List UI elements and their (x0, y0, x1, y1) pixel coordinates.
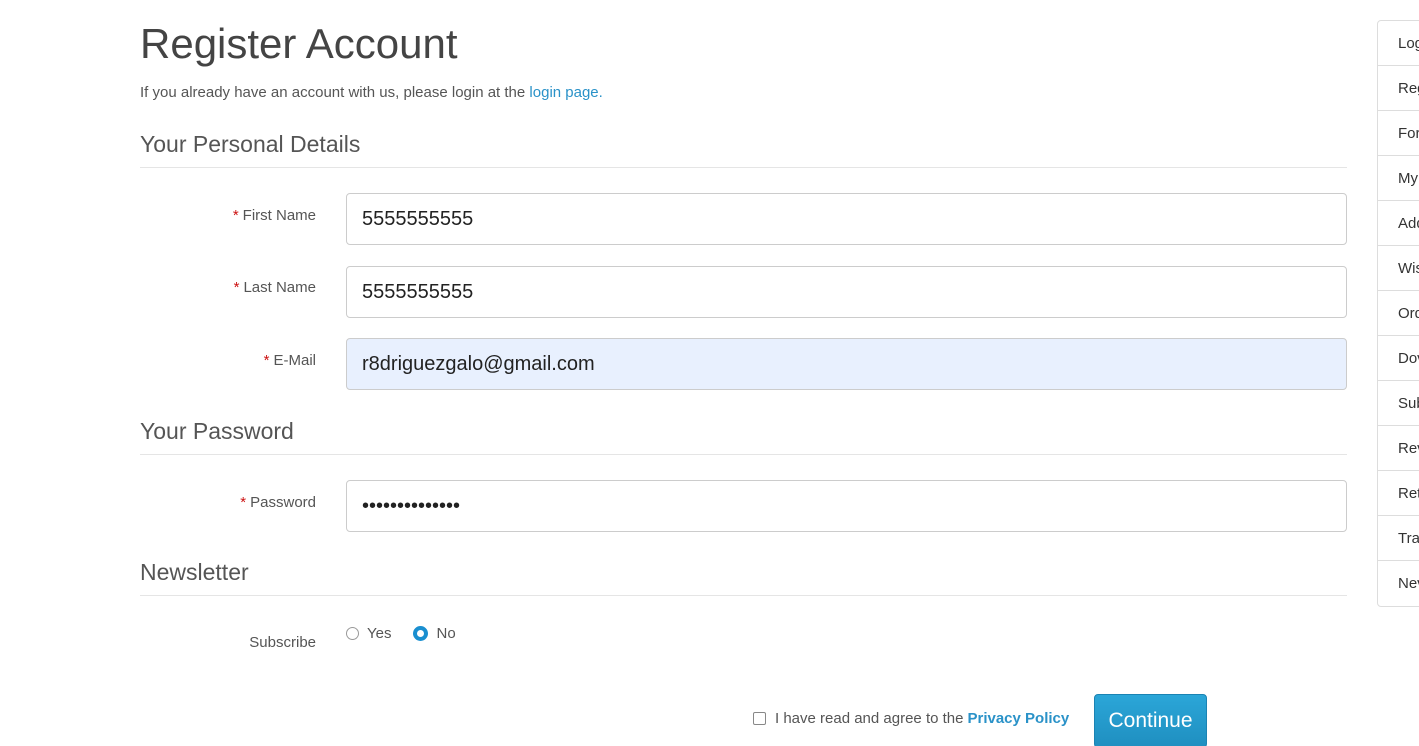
password-input[interactable] (346, 480, 1347, 532)
register-page: Register Account If you already have an … (0, 0, 1419, 746)
sidebar-item-newsletter[interactable]: Nev (1378, 561, 1419, 606)
agree-checkbox[interactable] (753, 712, 766, 725)
sidebar-item-wish-list[interactable]: Wis (1378, 246, 1419, 291)
account-sidebar: Log Reg For My Add Wis Ord Dov Sub Rev R… (1377, 20, 1419, 607)
password-label: * Password (240, 494, 316, 511)
subscribe-no-label: No (436, 625, 456, 642)
first-name-input[interactable] (346, 193, 1347, 245)
sidebar-item-forgotten-password[interactable]: For (1378, 111, 1419, 156)
sidebar-item-login[interactable]: Log (1378, 21, 1419, 66)
agree-text: I have read and agree to the (775, 710, 964, 727)
sidebar-item-downloads[interactable]: Dov (1378, 336, 1419, 381)
required-marker: * (263, 352, 270, 369)
sidebar-item-transactions[interactable]: Tra (1378, 516, 1419, 561)
required-marker: * (240, 494, 247, 511)
subscribe-no-option[interactable]: No (413, 625, 456, 642)
intro-text: If you already have an account with us, … (140, 84, 603, 101)
intro-text-label: If you already have an account with us, … (140, 84, 530, 101)
privacy-agree: I have read and agree to the Privacy Pol… (753, 710, 1069, 727)
newsletter-legend: Newsletter (140, 557, 1347, 596)
password-row: * Password (140, 480, 1347, 532)
subscribe-yes-radio[interactable] (346, 627, 359, 640)
last-name-row: * Last Name (140, 266, 1347, 318)
sidebar-item-subscriptions[interactable]: Sub (1378, 381, 1419, 426)
sidebar-item-my-account[interactable]: My (1378, 156, 1419, 201)
sidebar-item-reward-points[interactable]: Rev (1378, 426, 1419, 471)
email-row: * E-Mail (140, 338, 1347, 390)
last-name-label: * Last Name (233, 279, 316, 296)
subscribe-no-radio[interactable] (413, 626, 429, 641)
last-name-input[interactable] (346, 266, 1347, 318)
sidebar-item-register[interactable]: Reg (1378, 66, 1419, 111)
sidebar-item-returns[interactable]: Ret (1378, 471, 1419, 516)
privacy-policy-link[interactable]: Privacy Policy (967, 710, 1069, 727)
sidebar-item-address-book[interactable]: Add (1378, 201, 1419, 246)
first-name-row: * First Name (140, 193, 1347, 245)
first-name-label: * First Name (232, 207, 316, 224)
password-legend: Your Password (140, 416, 1347, 455)
subscribe-label: Subscribe (249, 634, 316, 651)
required-marker: * (232, 207, 239, 224)
email-input[interactable] (346, 338, 1347, 390)
subscribe-row: Subscribe Yes No (140, 625, 1347, 651)
email-label: * E-Mail (263, 352, 316, 369)
required-marker: * (233, 279, 240, 296)
subscribe-yes-option[interactable]: Yes (346, 625, 391, 642)
subscribe-yes-label: Yes (367, 625, 392, 642)
sidebar-item-order-history[interactable]: Ord (1378, 291, 1419, 336)
page-title: Register Account (140, 20, 458, 67)
personal-details-legend: Your Personal Details (140, 129, 1347, 168)
continue-button[interactable]: Continue (1094, 694, 1207, 746)
subscribe-radio-group: Yes No (346, 625, 478, 642)
login-page-link[interactable]: login page. (529, 84, 602, 101)
